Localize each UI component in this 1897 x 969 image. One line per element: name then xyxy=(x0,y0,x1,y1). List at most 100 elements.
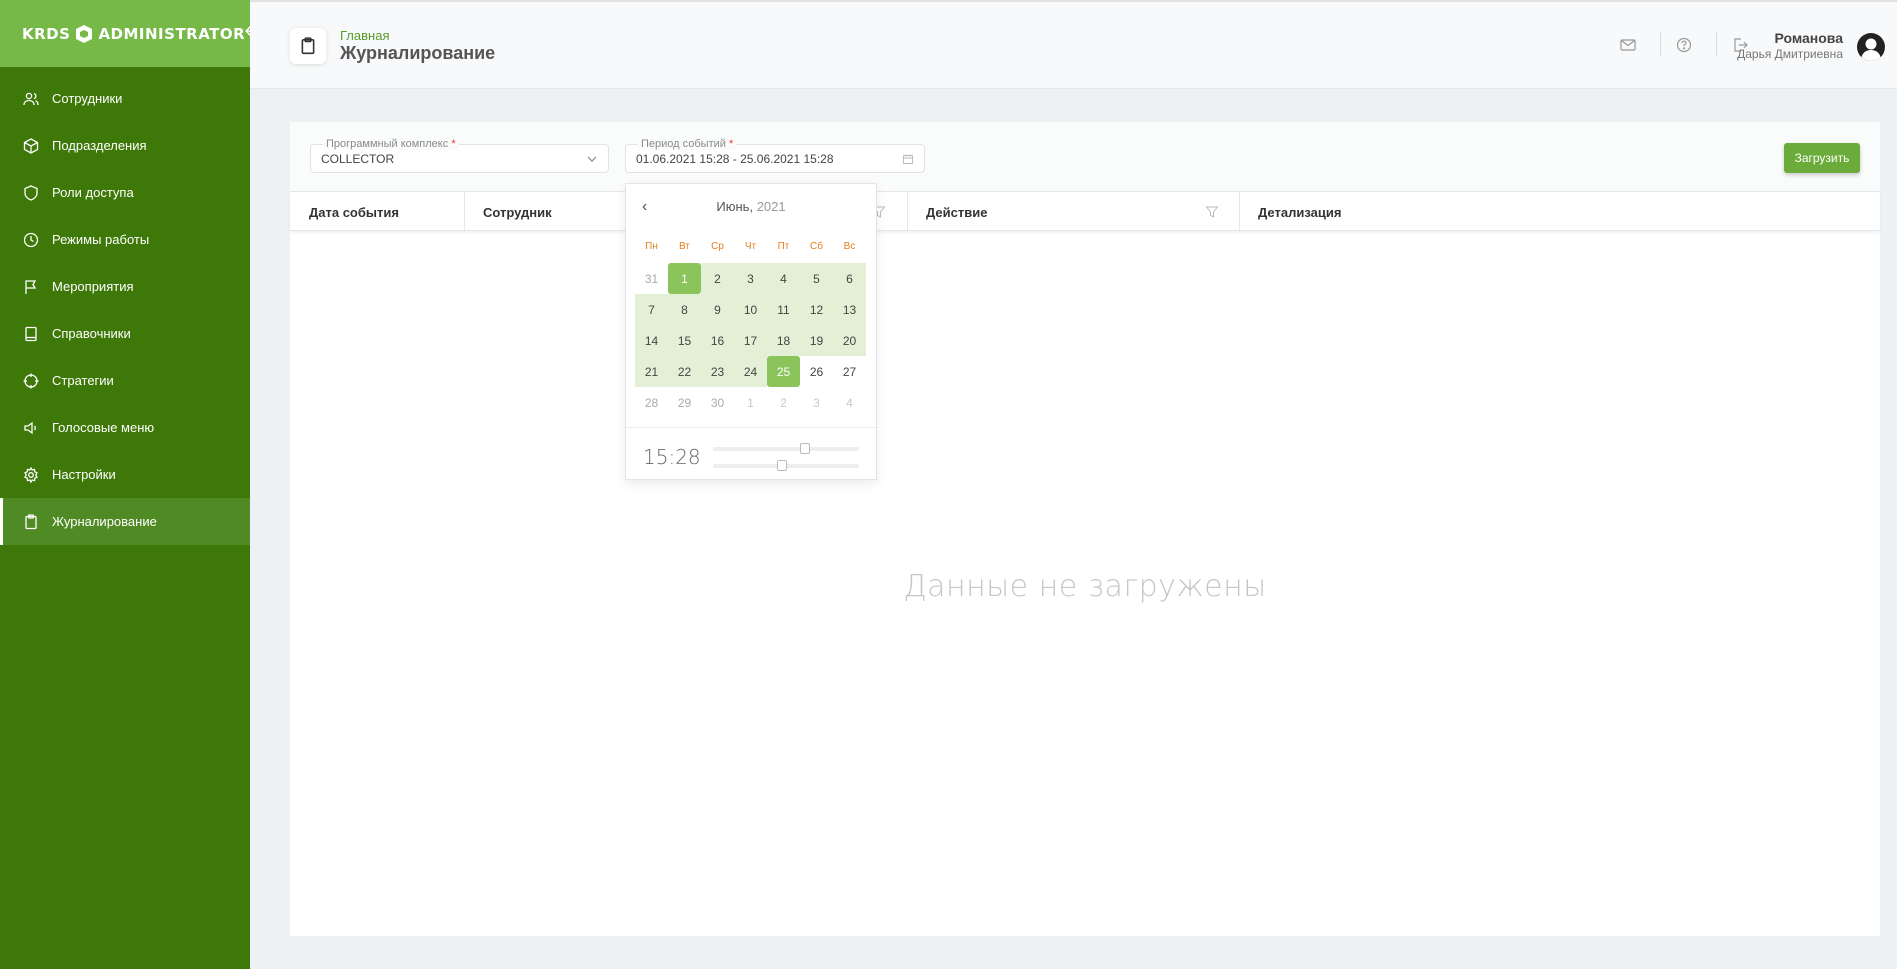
weekday-label: Вс xyxy=(843,241,856,252)
calendar-day[interactable]: 1 xyxy=(734,387,767,418)
calendar-day[interactable]: 4 xyxy=(833,387,866,418)
sidebar-item-events[interactable]: Мероприятия xyxy=(0,263,250,310)
crosshair-icon xyxy=(22,372,40,390)
weekday-label: Пн xyxy=(645,241,658,252)
hour-slider-handle[interactable] xyxy=(800,443,811,454)
calendar-day[interactable]: 14 xyxy=(635,325,668,356)
users-icon xyxy=(22,90,40,108)
calendar-day[interactable]: 9 xyxy=(701,294,734,325)
minute-slider[interactable] xyxy=(713,460,859,471)
weekday-label: Сб xyxy=(810,241,823,252)
calendar-day[interactable]: 16 xyxy=(701,325,734,356)
avatar[interactable] xyxy=(1857,33,1885,61)
calendar-day[interactable]: 2 xyxy=(701,263,734,294)
sidebar-item-label: Справочники xyxy=(52,326,131,341)
field-label-text: Период событий xyxy=(641,138,726,150)
page-clipboard-icon xyxy=(290,28,326,64)
calendar-day[interactable]: 8 xyxy=(668,294,701,325)
calendar-day[interactable]: 28 xyxy=(635,387,668,418)
sidebar-item-access-roles[interactable]: Роли доступа xyxy=(0,169,250,216)
calendar-day[interactable]: 18 xyxy=(767,325,800,356)
calendar-day[interactable]: 12 xyxy=(800,294,833,325)
calendar-day[interactable]: 26 xyxy=(800,356,833,387)
required-mark: * xyxy=(728,138,734,150)
sidebar-item-voice-menus[interactable]: Голосовые меню xyxy=(0,404,250,451)
flag-icon xyxy=(22,278,40,296)
table-header: Дата события Сотрудник Действие Детализа… xyxy=(290,191,1880,232)
calendar-week: 7 8 9 10 11 12 13 xyxy=(635,294,866,325)
column-action[interactable]: Действие xyxy=(907,192,987,232)
book-icon xyxy=(22,325,40,343)
calendar-day[interactable]: 25 xyxy=(767,356,800,387)
calendar-day[interactable]: 10 xyxy=(734,294,767,325)
calendar-day[interactable]: 21 xyxy=(635,356,668,387)
sidebar-item-label: Голосовые меню xyxy=(52,420,155,435)
calendar-day[interactable]: 7 xyxy=(635,294,668,325)
speaker-icon xyxy=(22,419,40,437)
sidebar-item-logging[interactable]: Журналирование xyxy=(0,498,250,545)
calendar-day[interactable]: 17 xyxy=(734,325,767,356)
sidebar-item-label: Мероприятия xyxy=(52,279,134,294)
calendar-day[interactable]: 3 xyxy=(734,263,767,294)
sidebar-item-employees[interactable]: Сотрудники xyxy=(0,75,250,122)
calendar-day[interactable]: 31 xyxy=(635,263,668,294)
user-fullname[interactable]: Дарья Дмитриевна xyxy=(1737,47,1843,61)
sidebar-header: KRDS ADMINISTRATOR xyxy=(0,0,259,67)
journal-card: Программный комплекс * COLLECTOR Период … xyxy=(290,122,1880,936)
picker-month-year[interactable]: Июнь, 2021 xyxy=(626,199,876,214)
calendar-day[interactable]: 3 xyxy=(800,387,833,418)
sidebar-item-label: Журналирование xyxy=(52,514,157,529)
calendar-day[interactable]: 15 xyxy=(668,325,701,356)
mail-icon[interactable] xyxy=(1619,36,1637,54)
calendar-day[interactable]: 19 xyxy=(800,325,833,356)
calendar-day[interactable]: 5 xyxy=(800,263,833,294)
software-complex-select[interactable]: Программный комплекс * COLLECTOR xyxy=(310,138,609,173)
event-period-value: 01.06.2021 15:28 - 25.06.2021 15:28 xyxy=(636,152,834,166)
load-button[interactable]: Загрузить xyxy=(1784,143,1860,173)
calendar-week: 21 22 23 24 25 26 27 xyxy=(635,356,866,387)
calendar-day[interactable]: 22 xyxy=(668,356,701,387)
calendar-day[interactable]: 11 xyxy=(767,294,800,325)
minute-slider-handle[interactable] xyxy=(776,460,787,471)
picker-year: 2021 xyxy=(756,199,786,214)
calendar-day[interactable]: 27 xyxy=(833,356,866,387)
sidebar-item-label: Стратегии xyxy=(52,373,114,388)
weekday-label: Пт xyxy=(777,241,790,252)
calendar-day[interactable]: 1 xyxy=(668,263,701,294)
sidebar-item-work-modes[interactable]: Режимы работы xyxy=(0,216,250,263)
calendar-day[interactable]: 29 xyxy=(668,387,701,418)
column-employee[interactable]: Сотрудник xyxy=(464,192,552,232)
calendar-week: 14 15 16 17 18 19 20 xyxy=(635,325,866,356)
user-name[interactable]: Романова xyxy=(1774,30,1843,46)
chevron-down-icon xyxy=(587,156,597,162)
column-event-date[interactable]: Дата события xyxy=(290,192,399,232)
column-details[interactable]: Детализация xyxy=(1239,192,1341,232)
shield-icon xyxy=(22,184,40,202)
calendar-icon xyxy=(903,154,913,164)
sidebar-item-departments[interactable]: Подразделения xyxy=(0,122,250,169)
calendar-day[interactable]: 2 xyxy=(767,387,800,418)
calendar-day[interactable]: 24 xyxy=(734,356,767,387)
weekday-label: Вт xyxy=(679,241,690,252)
sidebar-item-directories[interactable]: Справочники xyxy=(0,310,250,357)
calendar-day[interactable]: 30 xyxy=(701,387,734,418)
filters-bar: Программный комплекс * COLLECTOR Период … xyxy=(290,122,1880,191)
hour-slider[interactable] xyxy=(713,443,859,454)
calendar-day[interactable]: 6 xyxy=(833,263,866,294)
date-range-picker: ‹ Июнь, 2021 Пн Вт Ср Чт Пт Сб Вс 31 1 2 3 4… xyxy=(625,183,877,480)
calendar-day[interactable]: 20 xyxy=(833,325,866,356)
software-complex-value: COLLECTOR xyxy=(321,152,395,166)
picker-divider xyxy=(626,427,876,428)
calendar-day[interactable]: 13 xyxy=(833,294,866,325)
breadcrumb[interactable]: Главная xyxy=(340,28,389,43)
top-header: Главная Журналирование Романова Дарья Дм… xyxy=(250,0,1897,89)
clipboard-icon xyxy=(22,513,40,531)
filter-icon[interactable] xyxy=(1205,205,1219,219)
help-icon[interactable] xyxy=(1675,36,1693,54)
logo[interactable]: KRDS ADMINISTRATOR xyxy=(22,24,245,44)
calendar-day[interactable]: 23 xyxy=(701,356,734,387)
event-period-input[interactable]: Период событий * 01.06.2021 15:28 - 25.0… xyxy=(625,138,925,173)
calendar-day[interactable]: 4 xyxy=(767,263,800,294)
sidebar-item-strategies[interactable]: Стратегии xyxy=(0,357,250,404)
sidebar-item-settings[interactable]: Настройки xyxy=(0,451,250,498)
